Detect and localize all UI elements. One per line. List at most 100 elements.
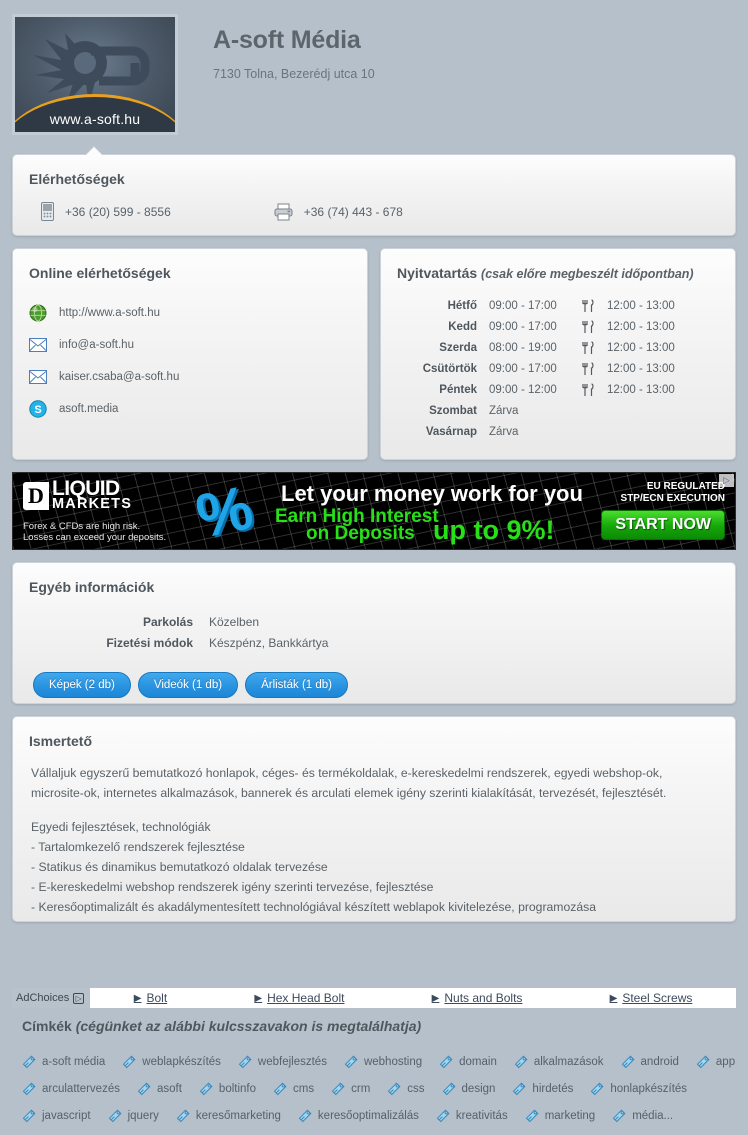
ad-headline-3: on Deposits	[306, 523, 415, 544]
tag-design[interactable]: design	[442, 1081, 496, 1096]
tag-label: webfejlesztés	[257, 1055, 327, 1068]
tags-title: Címkék (cégünket az alábbi kulcsszavakon…	[22, 1018, 726, 1034]
cutlery-icon	[581, 319, 607, 334]
online-item-email-2[interactable]: kaiser.csaba@a-soft.hu	[29, 363, 367, 391]
tag-label-icon	[22, 1054, 36, 1068]
hours-day: Csütörtök	[422, 362, 477, 375]
panel-pointer	[85, 147, 103, 156]
adchoices-icon[interactable]: ▷	[719, 474, 734, 487]
tag-label-icon	[525, 1108, 539, 1122]
description-paragraph: Vállaljuk egyszerű bemutatkozó honlapok,…	[31, 766, 667, 800]
hours-open: 09:00 - 17:00	[489, 320, 557, 333]
hours-open: 09:00 - 17:00	[489, 299, 557, 312]
company-logo[interactable]: www.a-soft.hu	[12, 14, 178, 135]
ad-disclaimer-line2: Losses can exceed your deposits.	[23, 532, 167, 543]
header-text-block: A-soft Média 7130 Tolna, Bezerédj utca 1…	[178, 14, 375, 81]
description-title: Ismertető	[29, 733, 93, 749]
other-info-title: Egyéb információk	[29, 579, 155, 595]
tag-weblapk-sz-t-s[interactable]: weblapkészítés	[122, 1054, 221, 1069]
tag-keres-marketing[interactable]: keresőmarketing	[176, 1108, 281, 1123]
online-email-1-value: info@a-soft.hu	[59, 339, 134, 351]
tag-a-soft-m-dia[interactable]: a-soft média	[22, 1054, 106, 1069]
tag-kreativit-s[interactable]: kreativitás	[436, 1108, 508, 1123]
online-item-website[interactable]: http://www.a-soft.hu	[29, 299, 367, 327]
info-value: Készpénz, Bankkártya	[209, 635, 329, 650]
start-now-button[interactable]: START NOW	[601, 510, 725, 540]
tag-javascript[interactable]: javascript	[22, 1108, 91, 1123]
svg-text:S: S	[34, 404, 41, 416]
opening-hours-panel: Nyitvatartás (csak előre megbeszélt időp…	[380, 248, 736, 460]
tag-domain[interactable]: domain	[439, 1054, 497, 1069]
adlink-nuts-and-bolts[interactable]: ▶ Nuts and Bolts	[432, 991, 523, 1005]
images-button[interactable]: Képek (2 db)	[33, 672, 131, 698]
tag-webfejleszt-s[interactable]: webfejlesztés	[238, 1054, 327, 1069]
skype-icon: S	[29, 400, 47, 418]
hours-row: Péntek 09:00 - 12:00 12:00 - 13:00	[381, 379, 735, 400]
page-title: A-soft Média	[213, 26, 361, 54]
page-header: www.a-soft.hu A-soft Média 7130 Tolna, B…	[0, 0, 748, 146]
adchoices-icon[interactable]: ▷	[73, 992, 85, 1004]
description-line: - Tartalomkezelő rendszerek fejlesztése	[31, 840, 245, 854]
tag-label: hirdetés	[532, 1082, 574, 1095]
tag-marketing[interactable]: marketing	[525, 1108, 596, 1123]
ad-headline-1: Let your money work for you	[281, 481, 583, 506]
tag-honlapk-sz-t-s[interactable]: honlapkészítés	[590, 1081, 687, 1096]
adchoices-label-group[interactable]: AdChoices ▷	[12, 988, 91, 1008]
tag-android[interactable]: android	[621, 1054, 679, 1069]
fax-printer-icon	[274, 203, 293, 220]
advertisement-banner[interactable]: D LIQUID MARKETS Forex & CFDs are high r…	[12, 472, 736, 550]
tag-label-icon	[123, 1054, 136, 1068]
tag-label: javascript	[42, 1109, 91, 1122]
online-contacts-panel: Online elérhetőségek http://www.a-soft.h…	[12, 248, 368, 460]
tag-css[interactable]: css	[387, 1081, 425, 1096]
tag-arculattervez-s[interactable]: arculattervezés	[22, 1081, 120, 1096]
tag-cms[interactable]: cms	[273, 1081, 314, 1096]
adchoices-links: ▶ Bolt ▶ Hex Head Bolt ▶ Nuts and Bolts …	[90, 988, 736, 1008]
hours-row: Hétfő 09:00 - 17:00 12:00 - 13:00	[381, 295, 735, 316]
online-item-email-1[interactable]: info@a-soft.hu	[29, 331, 367, 359]
description-line: - Keresőoptimalizált és akadálymentesíte…	[31, 900, 596, 914]
tag-label-icon	[22, 1108, 36, 1122]
tag-app[interactable]: app	[696, 1054, 735, 1069]
play-triangle-icon: ▶	[609, 992, 618, 1004]
hours-open: 09:00 - 17:00	[489, 362, 557, 375]
hours-open: Zárva	[489, 425, 519, 438]
hours-lunch: 12:00 - 13:00	[607, 299, 675, 312]
ad-disclaimer: Forex & CFDs are high risk. Losses can e…	[23, 521, 166, 543]
tag-label: marketing	[544, 1109, 596, 1122]
adlink-bolt[interactable]: ▶ Bolt	[134, 991, 167, 1005]
ad-regulated-text: EU REGULATED STP/ECN EXECUTION	[621, 481, 725, 505]
tag-m-dia-[interactable]: média...	[612, 1108, 673, 1123]
tag-label-icon	[513, 1081, 526, 1095]
tag-crm[interactable]: crm	[331, 1081, 371, 1096]
adlink-steel-screws[interactable]: ▶ Steel Screws	[610, 991, 693, 1005]
tag-keres-optimaliz-l-s[interactable]: keresőoptimalizálás	[298, 1108, 419, 1123]
hours-day: Péntek	[439, 383, 477, 396]
tag-alkalmaz-sok[interactable]: alkalmazások	[514, 1054, 604, 1069]
ad-logo-letter: D	[23, 482, 49, 510]
hours-row: Csütörtök 09:00 - 17:00 12:00 - 13:00	[381, 358, 735, 379]
tag-hirdet-s[interactable]: hirdetés	[512, 1081, 574, 1096]
info-columns: Online elérhetőségek http://www.a-soft.h…	[12, 248, 736, 460]
hours-row: Szerda 08:00 - 19:00 12:00 - 13:00	[381, 337, 735, 358]
tag-label-icon	[696, 1054, 710, 1068]
tag-label: a-soft média	[42, 1055, 106, 1068]
hours-lunch: 12:00 - 13:00	[607, 383, 675, 396]
tag-webhosting[interactable]: webhosting	[344, 1054, 422, 1069]
tag-label: design	[461, 1082, 496, 1095]
hours-open: Zárva	[489, 404, 519, 417]
tag-asoft[interactable]: asoft	[137, 1081, 182, 1096]
pricelists-button[interactable]: Árlisták (1 db)	[245, 672, 348, 698]
tag-boltinfo[interactable]: boltinfo	[199, 1081, 256, 1096]
adlink-label: Bolt	[146, 991, 168, 1005]
contact-item-mobile[interactable]: +36 (20) 599 - 8556	[41, 202, 171, 221]
tag-label-icon	[439, 1054, 453, 1068]
tag-label-icon	[591, 1081, 604, 1095]
tag-label: arculattervezés	[42, 1082, 120, 1095]
videos-button[interactable]: Videók (1 db)	[137, 672, 239, 698]
tag-label: crm	[351, 1082, 371, 1095]
online-item-skype[interactable]: S asoft.media	[29, 395, 367, 423]
adlink-hex-head-bolt[interactable]: ▶ Hex Head Bolt	[254, 991, 344, 1005]
contact-item-fax[interactable]: +36 (74) 443 - 678	[274, 203, 403, 221]
tag-jquery[interactable]: jquery	[108, 1108, 159, 1123]
